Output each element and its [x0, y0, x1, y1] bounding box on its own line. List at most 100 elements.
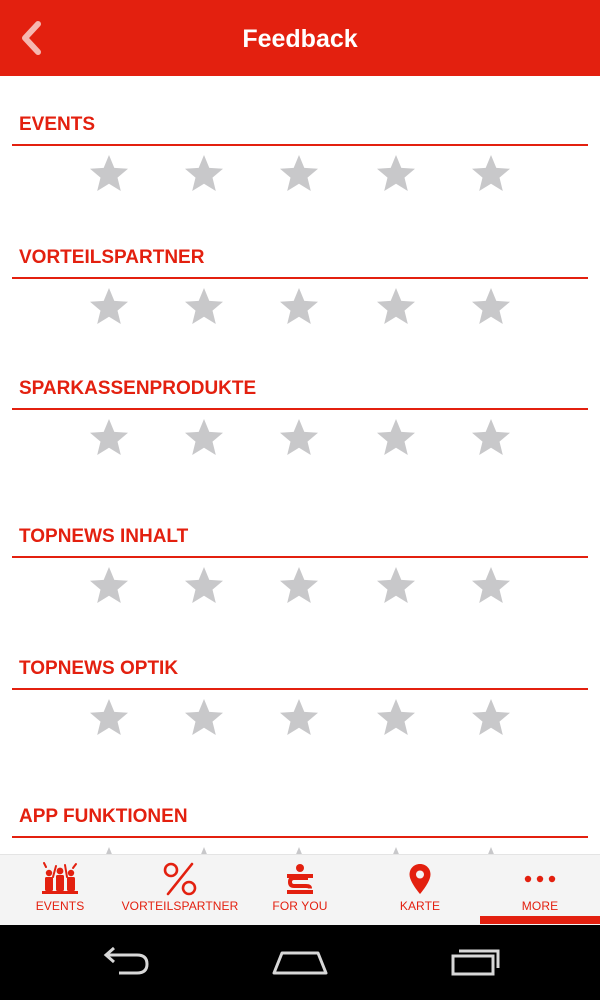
star-rating-button[interactable]: [182, 285, 226, 329]
star-rating-button[interactable]: [469, 564, 513, 608]
tab-vorteilspartner[interactable]: VORTEILSPARTNER: [120, 855, 240, 926]
star-rating: [12, 152, 588, 198]
star-rating-button[interactable]: [182, 844, 226, 854]
star-rating: [12, 416, 588, 462]
system-recent-apps-button[interactable]: [430, 937, 520, 987]
section-title: EVENTS: [19, 114, 96, 135]
feedback-list[interactable]: EVENTS VORTEILSPARTNER SPARKASSENPRODUKT…: [0, 76, 600, 854]
tab-label: VORTEILSPARTNER: [121, 899, 239, 913]
star-icon: [377, 419, 415, 455]
star-icon: [472, 567, 510, 603]
star-icon: [377, 155, 415, 191]
crowd-icon: [42, 862, 78, 894]
star-icon: [377, 567, 415, 603]
tab-karte[interactable]: KARTE: [360, 855, 480, 926]
star-icon: [377, 699, 415, 735]
tab-label: FOR YOU: [272, 899, 328, 913]
tab-label: EVENTS: [35, 899, 85, 913]
page-title: Feedback: [242, 25, 358, 53]
section-divider: [12, 144, 588, 146]
section-title: APP FUNKTIONEN: [19, 806, 188, 827]
star-icon: [185, 567, 223, 603]
star-icon: [90, 288, 128, 324]
star-rating-button[interactable]: [469, 844, 513, 854]
star-rating-button[interactable]: [469, 152, 513, 196]
star-rating-button[interactable]: [277, 696, 321, 740]
star-icon: [90, 155, 128, 191]
star-rating-button[interactable]: [469, 696, 513, 740]
star-rating-button[interactable]: [277, 844, 321, 854]
star-rating-button[interactable]: [469, 416, 513, 460]
system-back-button[interactable]: [80, 937, 170, 987]
star-icon: [472, 288, 510, 324]
more-dots-icon: [524, 875, 556, 883]
tab-label: KARTE: [399, 899, 441, 913]
star-rating-button[interactable]: [182, 152, 226, 196]
star-rating-button[interactable]: [277, 416, 321, 460]
star-icon: [472, 419, 510, 455]
star-icon: [280, 155, 318, 191]
star-icon: [185, 699, 223, 735]
star-rating-button[interactable]: [87, 844, 131, 854]
section-divider: [12, 277, 588, 279]
back-arrow-icon: [103, 946, 149, 975]
star-rating-button[interactable]: [277, 564, 321, 608]
section-divider: [12, 556, 588, 558]
star-rating-button[interactable]: [374, 564, 418, 608]
star-icon: [377, 288, 415, 324]
app-bar: Feedback: [0, 0, 600, 76]
tab-for-you[interactable]: FOR YOU: [240, 855, 360, 926]
section-divider: [12, 688, 588, 690]
system-home-button[interactable]: [255, 937, 345, 987]
star-rating-button[interactable]: [87, 152, 131, 196]
star-rating-button[interactable]: [374, 285, 418, 329]
star-icon: [90, 567, 128, 603]
star-rating-button[interactable]: [277, 285, 321, 329]
star-icon: [185, 155, 223, 191]
star-rating-button[interactable]: [182, 416, 226, 460]
recent-apps-icon: [451, 949, 500, 976]
star-icon: [280, 419, 318, 455]
system-navigation-bar: [0, 925, 600, 1000]
star-rating-button[interactable]: [87, 285, 131, 329]
star-icon: [393, 847, 399, 854]
star-rating-button[interactable]: [374, 696, 418, 740]
star-icon: [90, 699, 128, 735]
bottom-tab-bar: EVENTS VORTEILSPARTNER FOR YOU KARTE MOR…: [0, 854, 600, 925]
star-rating: [12, 844, 588, 854]
star-rating: [12, 564, 588, 610]
star-rating-button[interactable]: [182, 696, 226, 740]
star-icon: [185, 419, 223, 455]
star-rating-button[interactable]: [87, 696, 131, 740]
star-rating-button[interactable]: [87, 564, 131, 608]
section-title: TOPNEWS INHALT: [19, 526, 189, 547]
star-rating-button[interactable]: [87, 416, 131, 460]
tab-label: MORE: [521, 899, 559, 913]
section-title: VORTEILSPARTNER: [19, 247, 205, 268]
sparkasse-logo-icon: [287, 864, 313, 894]
star-icon: [280, 288, 318, 324]
star-rating: [12, 696, 588, 742]
star-icon: [90, 419, 128, 455]
star-rating-button[interactable]: [374, 152, 418, 196]
star-rating-button[interactable]: [469, 285, 513, 329]
section-title: SPARKASSENPRODUKTE: [19, 378, 257, 399]
percent-icon: [163, 862, 197, 896]
star-rating-button[interactable]: [374, 844, 418, 854]
section-divider: [12, 836, 588, 838]
star-icon: [488, 847, 494, 854]
star-icon: [201, 847, 207, 854]
star-rating-button[interactable]: [374, 416, 418, 460]
star-icon: [472, 155, 510, 191]
star-rating-button[interactable]: [182, 564, 226, 608]
tab-events[interactable]: EVENTS: [0, 855, 120, 926]
section-divider: [12, 408, 588, 410]
star-rating-button[interactable]: [277, 152, 321, 196]
star-rating: [12, 285, 588, 331]
home-icon: [272, 951, 328, 975]
active-tab-indicator: [480, 916, 600, 924]
star-icon: [106, 847, 112, 854]
star-icon: [280, 699, 318, 735]
star-icon: [472, 699, 510, 735]
section-title: TOPNEWS OPTIK: [19, 658, 179, 679]
